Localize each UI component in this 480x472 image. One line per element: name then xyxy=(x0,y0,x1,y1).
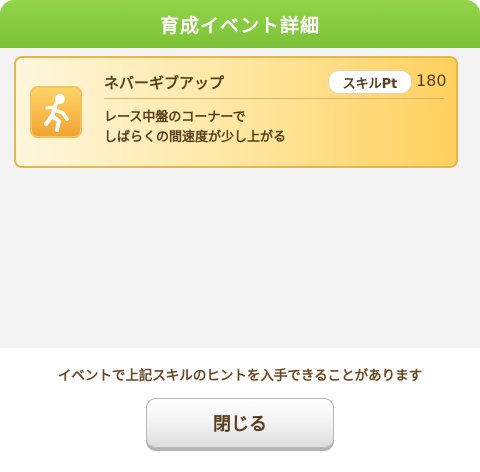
skill-description-line-2: しばらくの間速度が少し上がる xyxy=(104,130,287,145)
hint-note: イベントで上記スキルのヒントを入手できることがあります xyxy=(57,368,423,384)
skill-description-line-1: レース中盤のコーナーで xyxy=(104,110,246,125)
card-divider xyxy=(104,98,444,99)
skill-pt-badge: スキルPt xyxy=(328,70,412,94)
dialog-title: 育成イベント詳細 xyxy=(159,14,320,37)
dialog-title-bar: 育成イベント詳細 xyxy=(0,0,480,48)
skill-card[interactable]: ネバーギブアップ スキルPt 180 レース中盤のコーナーで しばらくの間速度が… xyxy=(14,56,458,168)
event-detail-dialog: 育成イベント詳細 ネバーギブアップ スキルPt 180 レース中盤のコーナーで … xyxy=(0,0,480,472)
skill-name: ネバーギブアップ xyxy=(104,74,225,92)
skill-pt-value: 180 xyxy=(416,71,447,90)
running-figure-icon xyxy=(30,86,82,138)
dialog-content: ネバーギブアップ スキルPt 180 レース中盤のコーナーで しばらくの間速度が… xyxy=(0,48,480,348)
close-button[interactable]: 閉じる xyxy=(146,398,334,448)
